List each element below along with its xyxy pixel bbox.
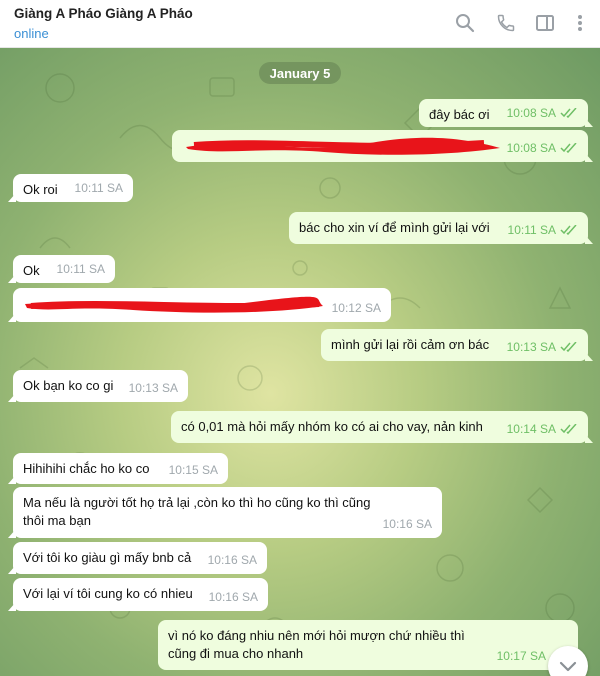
search-icon[interactable] — [454, 12, 476, 34]
message-time: 10:08 SA — [506, 141, 556, 155]
message-time: 10:11 SA — [507, 223, 556, 237]
message-time: 10:13 SA — [128, 381, 178, 395]
message-text: có 0,01 mà hỏi mấy nhóm ko có ai cho vay… — [181, 419, 483, 434]
message-bubble[interactable]: Hihihihi chắc ho ko co 10:15 SA — [8, 453, 228, 484]
chat-area[interactable]: January 5 đây bác ơi 10:08 SA 10:08 SA O… — [0, 48, 600, 676]
message-time: 10:08 SA — [506, 106, 556, 120]
message-bubble[interactable]: Ok 10:11 SA — [8, 255, 115, 283]
message-meta: 10:16 SA — [209, 588, 258, 606]
redaction-scribble — [186, 137, 500, 155]
message-time: 10:12 SA — [331, 301, 381, 315]
message-bubble[interactable]: mình gửi lại rồi cảm ơn bác 10:13 SA — [321, 329, 593, 361]
message-meta: 10:14 SA — [507, 420, 578, 438]
message-bubble[interactable]: đây bác ơi 10:08 SA — [419, 99, 593, 127]
message-meta: 10:11 SA — [75, 179, 123, 197]
message-text: Ok — [23, 263, 40, 278]
message-time: 10:14 SA — [506, 422, 556, 436]
message-text: Hihihihi chắc ho ko co — [23, 461, 150, 476]
message-meta: 10:16 SA — [383, 515, 432, 533]
message-meta: 10:15 SA — [169, 461, 218, 479]
contact-status: online — [14, 26, 49, 41]
message-time: 10:15 SA — [168, 463, 218, 477]
message-meta: 10:13 SA — [129, 379, 178, 397]
message-meta: 10:16 SA — [208, 551, 257, 569]
message-text: Với tôi ko giàu gì mấy bnb cả — [23, 550, 192, 565]
message-text: Ok bạn ko co gi — [23, 378, 114, 393]
chevron-down-icon — [559, 661, 577, 672]
double-check-icon — [560, 225, 577, 235]
message-meta: 10:08 SA — [507, 104, 578, 122]
message-meta: 10:12 SA — [332, 299, 381, 317]
message-time: 10:17 SA — [496, 649, 546, 663]
message-bubble[interactable]: bác cho xin ví để mình gửi lại với 10:11… — [289, 212, 593, 244]
message-time: 10:11 SA — [56, 262, 105, 276]
message-text: bác cho xin ví để mình gửi lại với — [299, 220, 490, 235]
redaction-scribble — [25, 296, 323, 313]
message-time: 10:16 SA — [382, 517, 432, 531]
message-meta: 10:11 SA — [508, 221, 578, 239]
double-check-icon — [560, 424, 577, 434]
message-time: 10:16 SA — [208, 590, 258, 604]
message-text: Ok roi — [23, 182, 58, 197]
message-text: Ma nếu là người tốt họ trả lại ,còn ko t… — [23, 495, 371, 528]
message-meta: 10:11 SA — [57, 260, 105, 278]
message-time: 10:16 SA — [207, 553, 257, 567]
more-icon[interactable] — [569, 12, 591, 34]
message-text: đây bác ơi — [429, 107, 490, 122]
message-bubble[interactable]: vì nó ko đáng nhiu nên mới hỏi mượn chứ … — [158, 620, 583, 670]
message-bubble[interactable]: 10:08 SA — [172, 130, 593, 162]
message-bubble[interactable]: 10:12 SA — [8, 288, 391, 322]
message-meta: 10:08 SA — [507, 139, 578, 157]
message-bubble[interactable]: Với lại ví tôi cung ko có nhieu 10:16 SA — [8, 578, 268, 611]
message-time: 10:11 SA — [74, 181, 123, 195]
message-bubble[interactable]: có 0,01 mà hỏi mấy nhóm ko có ai cho vay… — [171, 411, 593, 443]
message-text: vì nó ko đáng nhiu nên mới hỏi mượn chứ … — [168, 628, 465, 661]
double-check-icon — [560, 108, 577, 118]
message-bubble[interactable]: Ma nếu là người tốt họ trả lại ,còn ko t… — [8, 487, 442, 538]
double-check-icon — [560, 342, 577, 352]
message-bubble[interactable]: Ok bạn ko co gi 10:13 SA — [8, 370, 188, 402]
message-text: mình gửi lại rồi cảm ơn bác — [331, 337, 490, 352]
message-bubble[interactable]: Ok roi 10:11 SA — [8, 174, 133, 202]
double-check-icon — [560, 143, 577, 153]
phone-icon[interactable] — [495, 12, 517, 34]
message-meta: 10:13 SA — [507, 338, 578, 356]
message-bubble[interactable]: Với tôi ko giàu gì mấy bnb cả 10:16 SA — [8, 542, 267, 574]
message-text: Với lại ví tôi cung ko có nhieu — [23, 586, 193, 601]
sidebar-icon[interactable] — [534, 12, 556, 34]
chat-header: Giàng A Pháo Giàng A Pháo online — [0, 0, 600, 48]
contact-name[interactable]: Giàng A Pháo Giàng A Pháo — [14, 6, 193, 21]
message-time: 10:13 SA — [506, 340, 556, 354]
date-separator: January 5 — [259, 62, 341, 84]
